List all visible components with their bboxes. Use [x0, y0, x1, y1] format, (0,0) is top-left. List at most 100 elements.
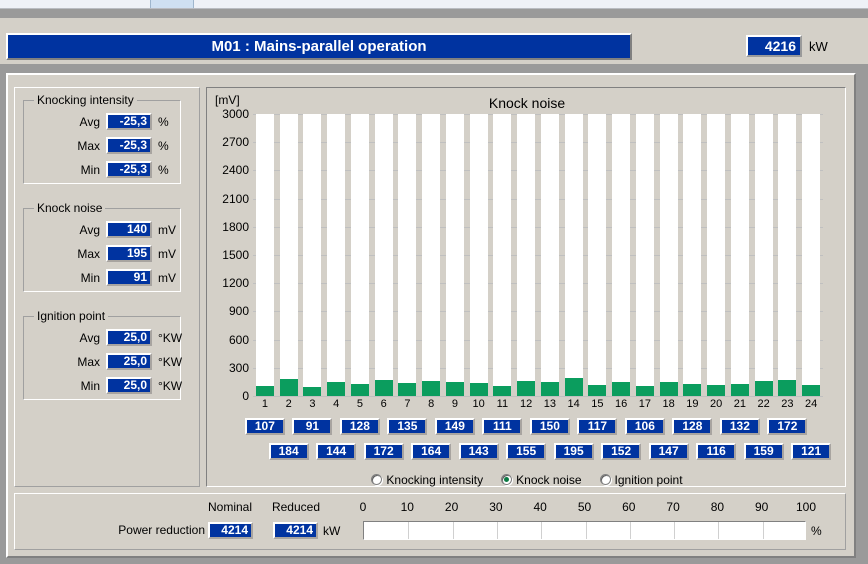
- chart-bar-column: [730, 114, 749, 396]
- chart-x-tick-label: 13: [543, 398, 556, 410]
- cylinder-value-box: 152: [601, 443, 642, 460]
- radio-knocking-intensity[interactable]: Knocking intensity: [371, 473, 483, 487]
- radio-button-icon[interactable]: [371, 474, 383, 485]
- chart-x-tick-label: 22: [757, 398, 770, 410]
- chart-bar: [398, 383, 417, 396]
- chart-bar: [469, 382, 488, 396]
- chart-x-tick-label: 23: [781, 398, 794, 410]
- progressbar-tick: [629, 522, 631, 539]
- chart-x-tick-label: 16: [615, 398, 628, 410]
- stat-label: Min: [80, 271, 100, 285]
- cylinder-value-box: 147: [648, 443, 689, 460]
- percent-scale-tick: 100: [795, 500, 817, 514]
- cylinder-value-box: 143: [458, 443, 499, 460]
- progressbar-tick: [762, 522, 764, 539]
- chart-y-tick-label: 2100: [222, 191, 249, 206]
- chart-bar: [612, 381, 631, 396]
- stat-unit: mV: [158, 271, 176, 285]
- group-knocking-intensity: Knocking intensity Avg -25,3 % Max -25,3…: [23, 93, 181, 184]
- chart-x-tick-label: 1: [261, 398, 268, 410]
- percent-scale-tick: 20: [444, 500, 459, 514]
- power-reduction-unit: kW: [323, 524, 341, 538]
- stat-row: Avg -25,3 %: [24, 113, 180, 131]
- stat-label: Avg: [79, 331, 100, 345]
- stat-value: 140: [106, 221, 152, 238]
- radio-button-icon[interactable]: [599, 474, 611, 485]
- stat-row: Max 195 mV: [24, 245, 180, 263]
- stat-label: Max: [77, 139, 100, 153]
- chart-y-tick-label: 2400: [222, 163, 249, 178]
- chart-bar-column: [802, 114, 821, 396]
- chart-x-tick-label: 10: [472, 398, 485, 410]
- chart-bar: [493, 385, 512, 396]
- progressbar-tick: [496, 522, 498, 539]
- cylinder-value-box: 106: [624, 418, 665, 435]
- percent-scale-tick: 90: [755, 500, 769, 514]
- chart-x-tick-label: 15: [591, 398, 604, 410]
- chart-x-tick-label: 12: [520, 398, 533, 410]
- chart-x-tick-label: 21: [733, 398, 746, 410]
- stat-row: Max 25,0 °KW: [24, 353, 182, 371]
- chart-bar-column: [469, 114, 488, 396]
- chart-bar: [659, 382, 678, 396]
- chart-x-tick-label: 11: [496, 398, 509, 410]
- header-bar: M01 : Mains-parallel operation 4216 kW: [0, 18, 868, 64]
- radio-knock-noise[interactable]: Knock noise: [501, 473, 582, 487]
- radio-ignition-point[interactable]: Ignition point: [599, 473, 683, 487]
- cylinder-value-box: 128: [339, 418, 380, 435]
- cylinder-value-box: 150: [529, 418, 570, 435]
- chart-y-tick-label: 2700: [222, 135, 249, 150]
- cylinder-value-box: 155: [506, 443, 547, 460]
- application-window: M01 : Mains-parallel operation 4216 kW K…: [0, 9, 868, 564]
- chart-x-tick-label: 8: [428, 398, 435, 410]
- chart-x-tick-label: 14: [567, 398, 580, 410]
- chart-x-tick-label: 5: [356, 398, 363, 410]
- chart-x-tick-label: 18: [662, 398, 675, 410]
- chart-bar-column: [398, 114, 417, 396]
- reduced-power-value: 4214: [273, 522, 318, 539]
- cylinder-value-box: 128: [672, 418, 713, 435]
- cylinder-value-box: 172: [767, 418, 808, 435]
- stat-unit: %: [158, 115, 169, 129]
- group-legend: Knock noise: [34, 201, 106, 215]
- radio-label: Knock noise: [516, 473, 582, 487]
- stat-unit: °KW: [158, 331, 183, 345]
- header-power-value: 4216: [746, 35, 802, 57]
- percent-scale-tick: 70: [666, 500, 680, 514]
- chart-bar-column: [754, 114, 773, 396]
- chart-y-tick-label: 1500: [222, 248, 249, 262]
- chart-bar: [279, 378, 298, 396]
- chart-bar: [802, 384, 821, 396]
- chart-bar-column: [635, 114, 654, 396]
- stat-row: Min 91 mV: [24, 269, 180, 287]
- cylinder-value-box: 144: [316, 443, 357, 460]
- radio-button-icon[interactable]: [501, 474, 513, 485]
- percent-scale-tick: 0: [359, 500, 367, 514]
- stat-label: Max: [77, 355, 100, 369]
- stat-value: 25,0: [106, 329, 152, 346]
- group-knock-noise: Knock noise Avg 140 mV Max 195 mV Min 91…: [23, 201, 181, 292]
- chart-bar: [778, 379, 797, 396]
- page-title: M01 : Mains-parallel operation: [6, 33, 632, 60]
- nominal-power-value: 4214: [208, 522, 253, 539]
- percent-unit-label: %: [811, 524, 822, 538]
- chart-bar-column: [327, 114, 346, 396]
- chart-bar-column: [303, 114, 322, 396]
- percent-scale-tick: 60: [622, 500, 636, 514]
- stat-value: -25,3: [106, 137, 152, 154]
- chart-bar-column: [493, 114, 512, 396]
- browser-tab[interactable]: [150, 0, 194, 8]
- stat-value: 25,0: [106, 353, 152, 370]
- chart-bar: [683, 383, 702, 396]
- stat-value: 91: [106, 269, 152, 286]
- stat-label: Min: [80, 163, 100, 177]
- chart-y-tick-label: 3000: [222, 107, 249, 121]
- chart-x-tick-label: 17: [638, 398, 651, 410]
- cylinder-value-box: 107: [244, 418, 285, 435]
- chart-bar: [517, 381, 536, 396]
- percent-scale: 0 10 20 30 40 50 60 70 80 90 100: [359, 500, 816, 514]
- chart-y-tick-label: 1200: [222, 276, 249, 291]
- stat-value: 195: [106, 245, 152, 262]
- chart-bar: [374, 379, 393, 396]
- chart-gridline: 0: [242, 389, 823, 403]
